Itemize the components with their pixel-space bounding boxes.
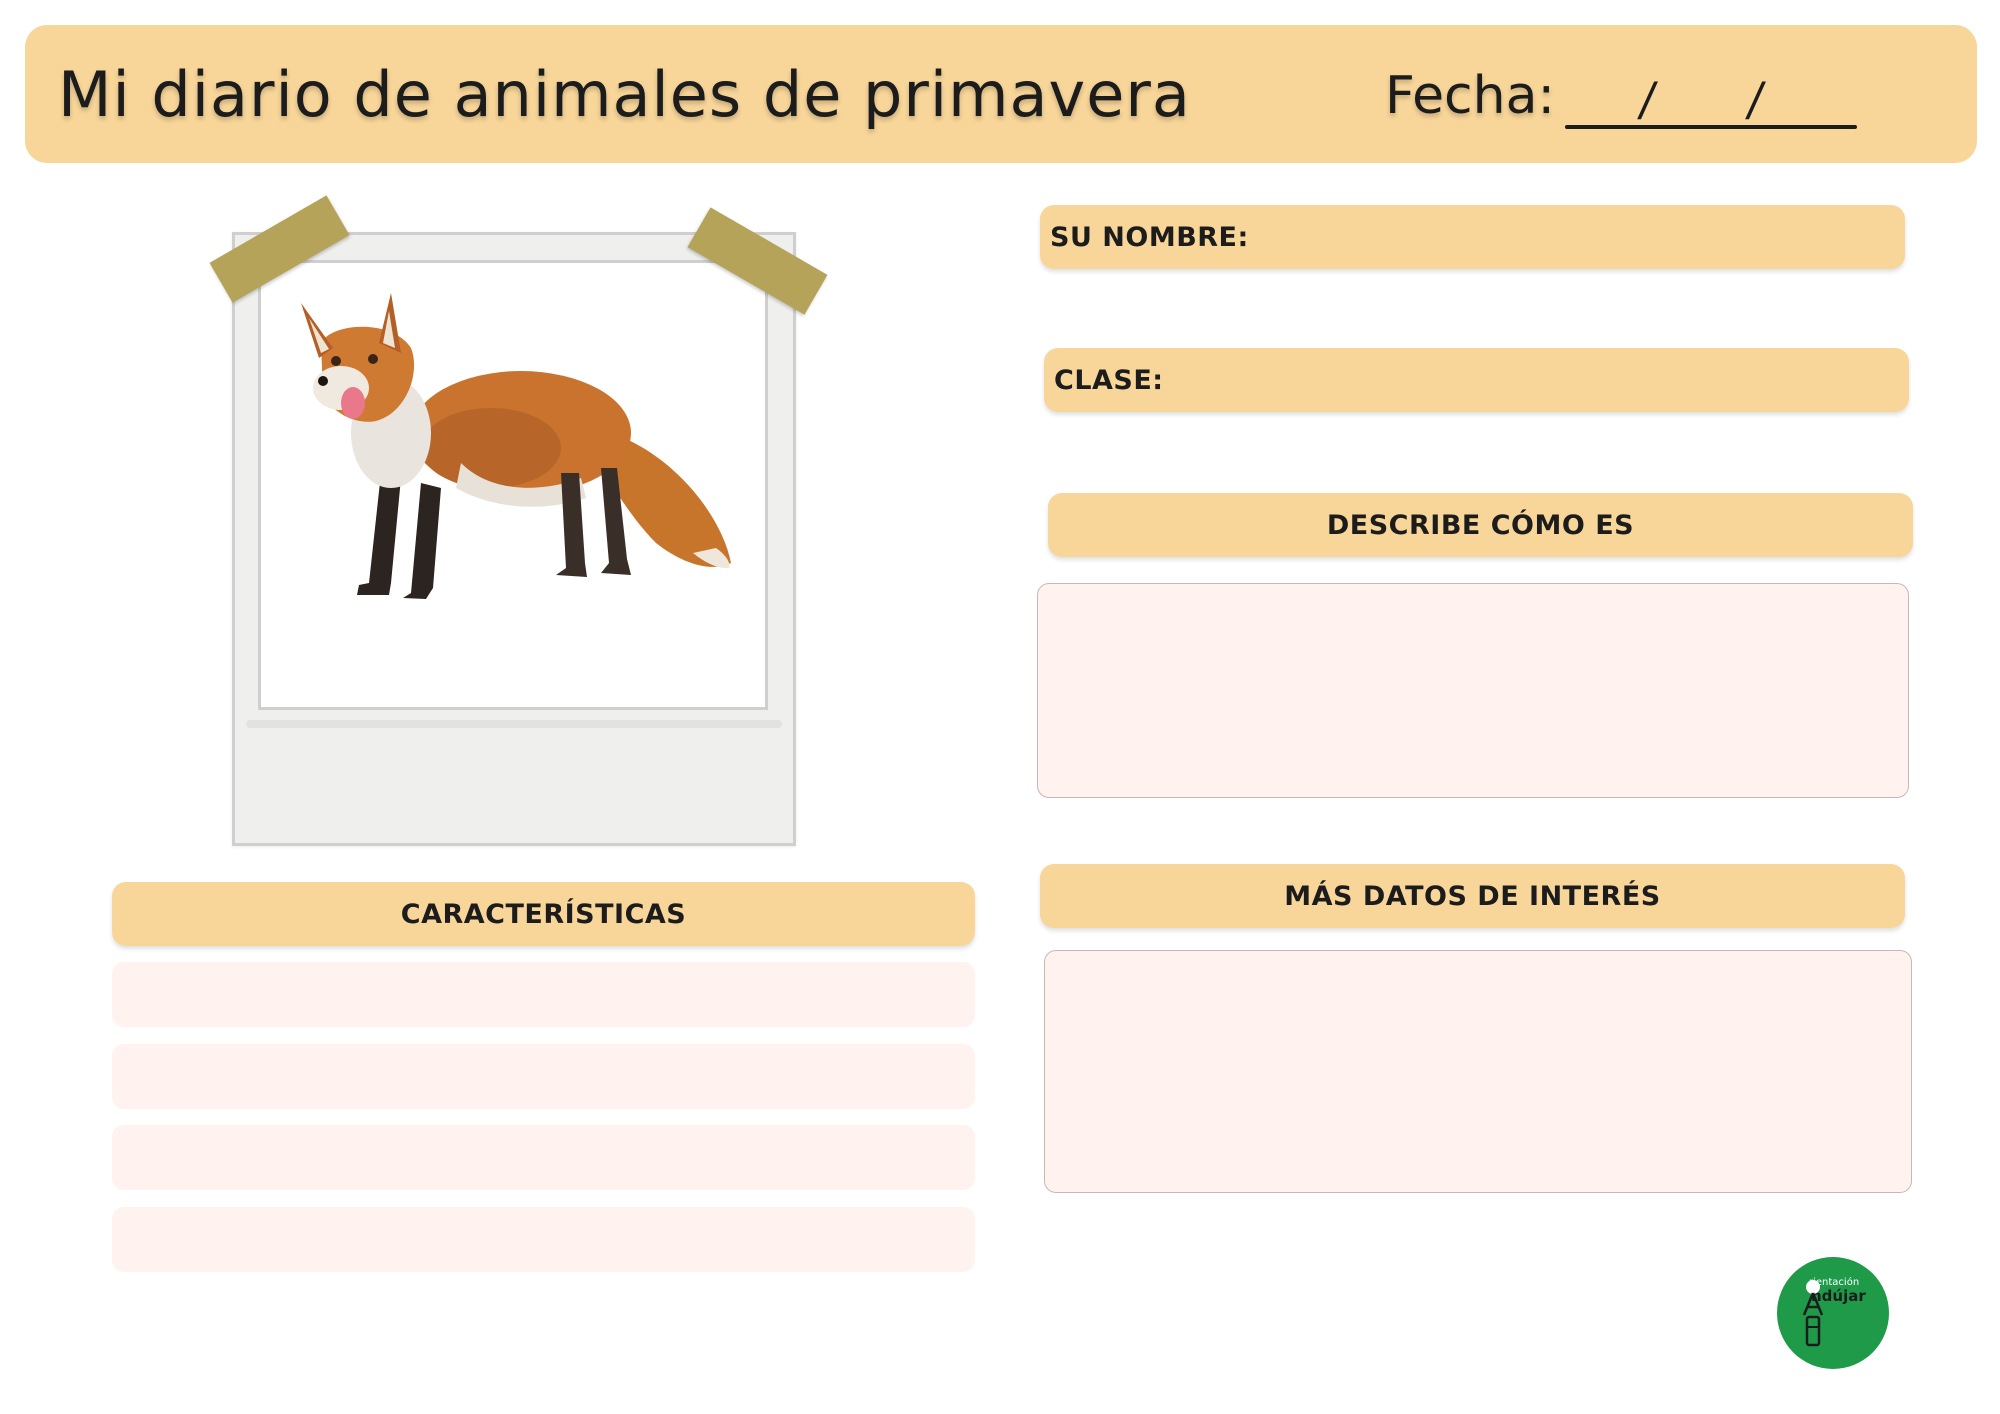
date-fill-line[interactable] xyxy=(1565,125,1857,129)
date-label: Fecha: xyxy=(1385,66,1555,126)
describe-heading: DESCRIBE CÓMO ES xyxy=(1048,493,1913,557)
class-field[interactable]: CLASE: xyxy=(1044,348,1909,412)
page-title: Mi diario de animales de primavera xyxy=(58,58,1191,131)
characteristic-line-3[interactable] xyxy=(112,1125,975,1190)
name-field[interactable]: SU NOMBRE: xyxy=(1040,205,1905,269)
pencil-icon xyxy=(1802,1280,1824,1347)
orientacion-andujar-logo: rientación ndújar xyxy=(1777,1257,1889,1369)
polaroid-caption-line xyxy=(246,720,782,728)
characteristic-line-2[interactable] xyxy=(112,1044,975,1109)
characteristics-heading: CARACTERÍSTICAS xyxy=(112,882,975,946)
fox-illustration xyxy=(301,293,731,599)
describe-heading-label: DESCRIBE CÓMO ES xyxy=(1326,509,1635,541)
characteristic-line-4[interactable] xyxy=(112,1207,975,1272)
more-data-heading: MÁS DATOS DE INTERÉS xyxy=(1040,864,1905,928)
more-data-heading-label: MÁS DATOS DE INTERÉS xyxy=(1284,880,1661,912)
describe-textarea[interactable] xyxy=(1037,583,1909,798)
more-data-textarea[interactable] xyxy=(1044,950,1912,1193)
characteristics-heading-label: CARACTERÍSTICAS xyxy=(400,898,687,930)
animal-photo xyxy=(258,260,768,710)
name-label: SU NOMBRE: xyxy=(1050,221,1249,253)
characteristic-line-1[interactable] xyxy=(112,962,975,1027)
class-label: CLASE: xyxy=(1054,364,1164,396)
